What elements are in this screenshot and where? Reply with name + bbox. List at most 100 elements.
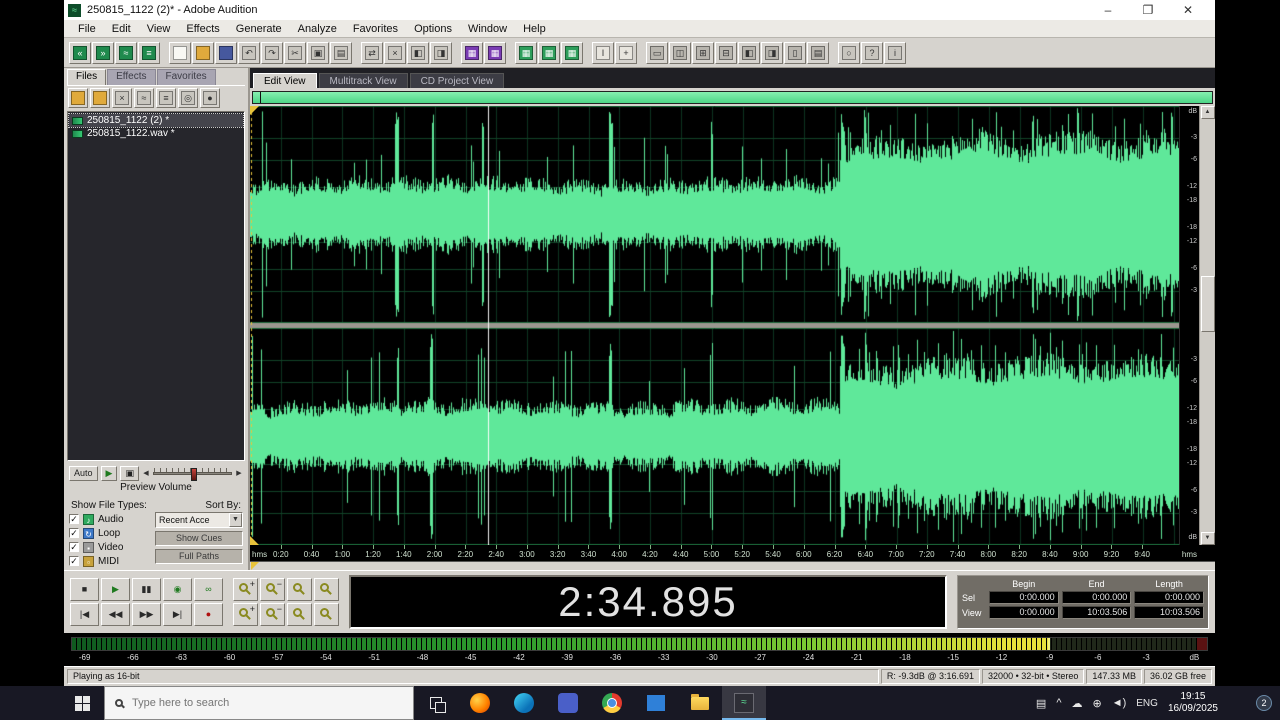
save-file-button[interactable]	[215, 41, 237, 64]
checkbox-audio[interactable]: ✓	[69, 514, 79, 524]
stop-button[interactable]: ■	[70, 578, 99, 601]
volume-increase-arrow[interactable]: ▶	[235, 469, 243, 477]
menu-item-effects[interactable]: Effects	[178, 23, 227, 35]
convert-sample-type-button[interactable]: ◨	[430, 41, 452, 64]
redo-button[interactable]: ↷	[261, 41, 283, 64]
zoom-right-edge-button[interactable]	[314, 603, 339, 626]
record-button[interactable]: ●	[194, 603, 223, 626]
open-folder-button[interactable]	[90, 88, 110, 108]
preview-play-button[interactable]: ▶	[100, 465, 118, 481]
workspace-4-button[interactable]: ⊟	[715, 41, 737, 64]
zoom-full-button[interactable]	[314, 578, 339, 601]
sort-dropdown[interactable]: Recent Acce ▼	[155, 512, 243, 528]
selection-start-marker-top[interactable]	[250, 106, 259, 115]
network-icon[interactable]: ⊕	[1092, 697, 1101, 710]
vertical-scrollbar[interactable]: ▲ ▼	[1199, 106, 1215, 545]
taskbar-app-audition[interactable]: ≈	[722, 686, 766, 720]
menu-item-file[interactable]: File	[70, 23, 104, 35]
tab-edit-view[interactable]: Edit View	[253, 73, 317, 88]
menu-item-view[interactable]: View	[139, 23, 179, 35]
paste-button[interactable]: ▤	[330, 41, 352, 64]
undo-button[interactable]: ↶	[238, 41, 260, 64]
full-paths-button[interactable]: Full Paths	[155, 549, 243, 564]
overview-bar[interactable]	[252, 91, 1213, 104]
timeline-ruler[interactable]: hms hms 0:20 0:40 1:00 1:20 1:40 2:00 2:20 2:40…	[250, 545, 1215, 561]
wave-canvas[interactable]	[250, 106, 1179, 545]
workspace-1-button[interactable]: ▭	[646, 41, 668, 64]
frequency-analysis-button[interactable]: ▦	[461, 41, 483, 64]
help-button[interactable]: ?	[861, 41, 883, 64]
cd-view-button[interactable]: ≡	[138, 41, 160, 64]
edit-view-button[interactable]: «	[69, 41, 91, 64]
phase-analysis-button[interactable]: ▦	[484, 41, 506, 64]
rewind-button[interactable]: ◀◀	[101, 603, 130, 626]
waveform-group-button[interactable]: ▦	[515, 41, 537, 64]
fast-forward-button[interactable]: ▶▶	[132, 603, 161, 626]
play-button[interactable]: ▶	[101, 578, 130, 601]
zoom-in-vertical-button[interactable]: +	[233, 603, 258, 626]
checkbox-video[interactable]: ✓	[69, 542, 79, 552]
workspace-3-button[interactable]: ⊞	[692, 41, 714, 64]
language-indicator[interactable]: ENG	[1136, 698, 1158, 709]
touch-keyboard-icon[interactable]: ▤	[1036, 697, 1046, 710]
mixer-group-button[interactable]: ▦	[561, 41, 583, 64]
taskbar-app-firefox[interactable]	[458, 686, 502, 720]
search-input[interactable]	[132, 697, 352, 709]
multitrack-view-button[interactable]: »	[92, 41, 114, 64]
taskbar-app-explorer[interactable]	[678, 686, 722, 720]
go-to-end-button[interactable]: ▶|	[163, 603, 192, 626]
notification-badge[interactable]: 2	[1256, 695, 1272, 711]
new-file-button[interactable]	[169, 41, 191, 64]
taskbar-app-store[interactable]	[634, 686, 678, 720]
show-cues-button[interactable]: Show Cues	[155, 531, 243, 546]
file-item[interactable]: 250815_1122 (2) *	[68, 113, 244, 128]
mix-paste-button[interactable]: ⇄	[361, 41, 383, 64]
trim-button[interactable]: ◧	[407, 41, 429, 64]
auto-play-button[interactable]: Auto	[69, 465, 98, 481]
about-button[interactable]: i	[884, 41, 906, 64]
menu-item-window[interactable]: Window	[460, 23, 515, 35]
insert-cd-button[interactable]: ◎	[178, 88, 198, 108]
close-file-button[interactable]: ×	[112, 88, 132, 108]
menu-item-options[interactable]: Options	[406, 23, 460, 35]
file-options-button[interactable]: ●	[200, 88, 220, 108]
selection-marker-icon[interactable]	[251, 562, 259, 570]
checkbox-loop[interactable]: ✓	[69, 528, 79, 538]
copy-button[interactable]: ▣	[307, 41, 329, 64]
scroll-up-arrow[interactable]: ▲	[1200, 106, 1215, 119]
delete-button[interactable]: ×	[384, 41, 406, 64]
taskbar-app-teams[interactable]	[546, 686, 590, 720]
volume-decrease-arrow[interactable]: ◀	[142, 469, 150, 477]
selection-start-marker-bottom[interactable]	[250, 536, 259, 545]
open-file-button[interactable]	[192, 41, 214, 64]
menu-item-analyze[interactable]: Analyze	[290, 23, 345, 35]
taskbar-app-chrome[interactable]	[590, 686, 634, 720]
preview-volume-slider[interactable]	[152, 466, 232, 481]
cut-button[interactable]: ✂	[284, 41, 306, 64]
minimize-button[interactable]: –	[1091, 3, 1125, 17]
start-button[interactable]	[60, 686, 104, 720]
scroll-down-arrow[interactable]: ▼	[1200, 532, 1215, 545]
scrub-tool-button[interactable]: +	[615, 41, 637, 64]
scroll-track[interactable]	[1200, 119, 1215, 532]
workspace-8-button[interactable]: ▤	[807, 41, 829, 64]
spectral-view-button[interactable]: ≈	[115, 41, 137, 64]
close-button[interactable]: ✕	[1171, 3, 1205, 17]
maximize-button[interactable]: ❐	[1131, 3, 1165, 17]
menu-item-favorites[interactable]: Favorites	[345, 23, 406, 35]
tab-files[interactable]: Files	[67, 69, 107, 85]
menu-item-generate[interactable]: Generate	[228, 23, 290, 35]
tab-multitrack-view[interactable]: Multitrack View	[318, 73, 408, 88]
scroll-thumb[interactable]	[1200, 275, 1215, 332]
volume-icon[interactable]: ◄)	[1112, 697, 1127, 709]
workspace-6-button[interactable]: ◨	[761, 41, 783, 64]
workspace-5-button[interactable]: ◧	[738, 41, 760, 64]
preview-loop-button[interactable]: ▣	[120, 465, 139, 481]
zoom-left-edge-button[interactable]	[287, 603, 312, 626]
import-file-button[interactable]	[68, 88, 88, 108]
file-item[interactable]: 250815_1122.wav *	[69, 127, 243, 140]
go-to-beginning-button[interactable]: |◀	[70, 603, 99, 626]
edit-file-button[interactable]: ≈	[134, 88, 154, 108]
tab-cd-project-view[interactable]: CD Project View	[409, 73, 505, 88]
spectral-group-button[interactable]: ▦	[538, 41, 560, 64]
